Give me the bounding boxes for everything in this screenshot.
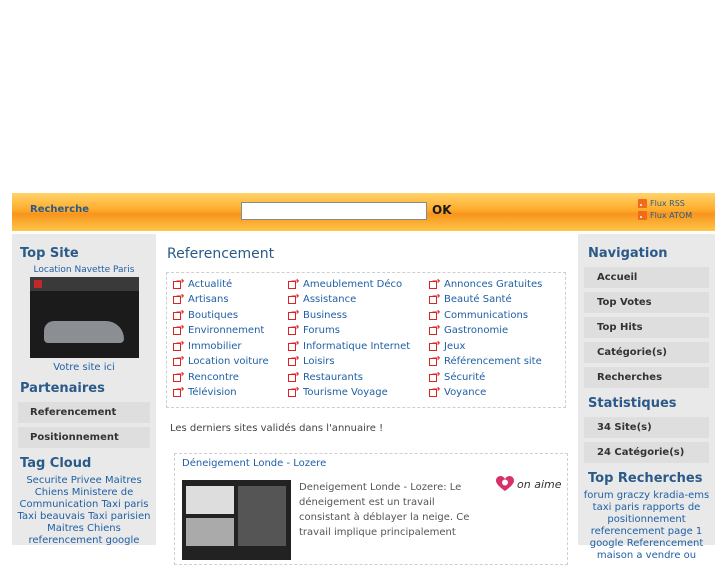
stats-title: Statistiques: [588, 396, 677, 411]
arrow-icon: [173, 384, 185, 397]
site-entry: Déneigement Londe - Lozere Deneigement L…: [174, 453, 568, 565]
partner-referencement[interactable]: Referencement: [18, 402, 150, 423]
arrow-icon: [429, 322, 441, 335]
arrow-icon: [288, 338, 300, 351]
nav-top-votes[interactable]: Top Votes: [584, 292, 709, 313]
arrow-icon: [173, 276, 185, 289]
category-link[interactable]: Environnement: [173, 322, 264, 336]
category-link[interactable]: Communications: [429, 307, 528, 321]
category-link[interactable]: Jeux: [429, 338, 465, 352]
category-link[interactable]: Location voiture: [173, 353, 269, 367]
rss-feed-label: Flux RSS: [650, 199, 685, 208]
search-label: Recherche: [30, 204, 90, 215]
on-aime-badge[interactable]: on aime: [496, 476, 561, 492]
top-recherches-title: Top Recherches: [588, 471, 703, 486]
stat-sites: 34 Site(s): [584, 417, 709, 438]
category-link[interactable]: Référencement site: [429, 353, 542, 367]
category-link[interactable]: Tourisme Voyage: [288, 384, 388, 398]
arrow-icon: [288, 276, 300, 289]
nav-top-hits[interactable]: Top Hits: [584, 317, 709, 338]
on-aime-label: on aime: [517, 477, 562, 491]
site-title-link[interactable]: Déneigement Londe - Lozere: [182, 458, 326, 469]
category-link[interactable]: Beauté Santé: [429, 291, 512, 305]
right-sidebar: Navigation Accueil Top Votes Top Hits Ca…: [578, 234, 715, 561]
tag-cloud[interactable]: Securite Privee Maitres Chiens Ministere…: [16, 475, 152, 547]
arrow-icon: [173, 369, 185, 382]
category-list: Actualité Ameublement Déco Annonces Grat…: [166, 272, 566, 408]
search-ok-button[interactable]: OK: [432, 203, 452, 217]
tag-cloud-title: Tag Cloud: [20, 456, 92, 471]
page-title: Referencement: [167, 246, 275, 262]
arrow-icon: [288, 322, 300, 335]
arrow-icon: [288, 353, 300, 366]
arrow-icon: [288, 384, 300, 397]
main-content: Referencement Actualité Ameublement Déco…: [158, 234, 576, 565]
nav-accueil[interactable]: Accueil: [584, 267, 709, 288]
category-link[interactable]: Sécurité: [429, 369, 485, 383]
arrow-icon: [173, 353, 185, 366]
arrow-icon: [429, 369, 441, 382]
header-bar: Recherche OK Flux RSS Flux ATOM: [12, 193, 715, 231]
category-link[interactable]: Immobilier: [173, 338, 242, 352]
latest-sites-text: Les derniers sites validés dans l'annuai…: [170, 423, 384, 434]
rss-feed-link[interactable]: Flux RSS: [638, 199, 685, 208]
arrow-icon: [288, 369, 300, 382]
arrow-icon: [173, 322, 185, 335]
category-link[interactable]: Rencontre: [173, 369, 239, 383]
left-sidebar: Top Site Location Navette Paris Votre si…: [12, 234, 156, 547]
votre-site-link[interactable]: Votre site ici: [12, 362, 156, 373]
arrow-icon: [288, 307, 300, 320]
category-link[interactable]: Business: [288, 307, 347, 321]
category-link[interactable]: Restaurants: [288, 369, 363, 383]
category-link[interactable]: Assistance: [288, 291, 356, 305]
navigation-title: Navigation: [588, 246, 668, 261]
top-site-thumbnail[interactable]: [29, 277, 139, 358]
category-link[interactable]: Annonces Gratuites: [429, 276, 542, 290]
category-link[interactable]: Ameublement Déco: [288, 276, 402, 290]
atom-icon: [638, 211, 647, 220]
arrow-icon: [429, 338, 441, 351]
category-link[interactable]: Artisans: [173, 291, 229, 305]
search-input[interactable]: [241, 202, 427, 220]
top-site-link[interactable]: Location Navette Paris: [12, 265, 156, 275]
arrow-icon: [429, 353, 441, 366]
top-site-title: Top Site: [20, 246, 79, 261]
category-link[interactable]: Actualité: [173, 276, 232, 290]
arrow-icon: [429, 384, 441, 397]
category-link[interactable]: Voyance: [429, 384, 486, 398]
category-link[interactable]: Forums: [288, 322, 340, 336]
category-link[interactable]: Télévision: [173, 384, 237, 398]
partenaires-title: Partenaires: [20, 381, 105, 396]
partner-positionnement[interactable]: Positionnement: [18, 427, 150, 448]
arrow-icon: [173, 291, 185, 304]
category-link[interactable]: Gastronomie: [429, 322, 508, 336]
heart-icon: [496, 476, 514, 491]
arrow-icon: [173, 338, 185, 351]
site-description: Deneigement Londe - Lozere: Le déneigeme…: [299, 482, 470, 538]
category-link[interactable]: Informatique Internet: [288, 338, 410, 352]
arrow-icon: [288, 291, 300, 304]
category-link[interactable]: Boutiques: [173, 307, 238, 321]
arrow-icon: [429, 307, 441, 320]
atom-feed-link[interactable]: Flux ATOM: [638, 211, 692, 220]
nav-recherches[interactable]: Recherches: [584, 367, 709, 388]
stat-categories: 24 Catégorie(s): [584, 442, 709, 463]
nav-categories[interactable]: Catégorie(s): [584, 342, 709, 363]
rss-icon: [638, 199, 647, 208]
atom-feed-label: Flux ATOM: [650, 211, 693, 220]
site-thumbnail[interactable]: [182, 480, 291, 560]
top-recherches-list[interactable]: forum graczy kradia-ems taxi paris rappo…: [582, 490, 711, 562]
arrow-icon: [173, 307, 185, 320]
arrow-icon: [429, 276, 441, 289]
category-link[interactable]: Loisirs: [288, 353, 335, 367]
arrow-icon: [429, 291, 441, 304]
